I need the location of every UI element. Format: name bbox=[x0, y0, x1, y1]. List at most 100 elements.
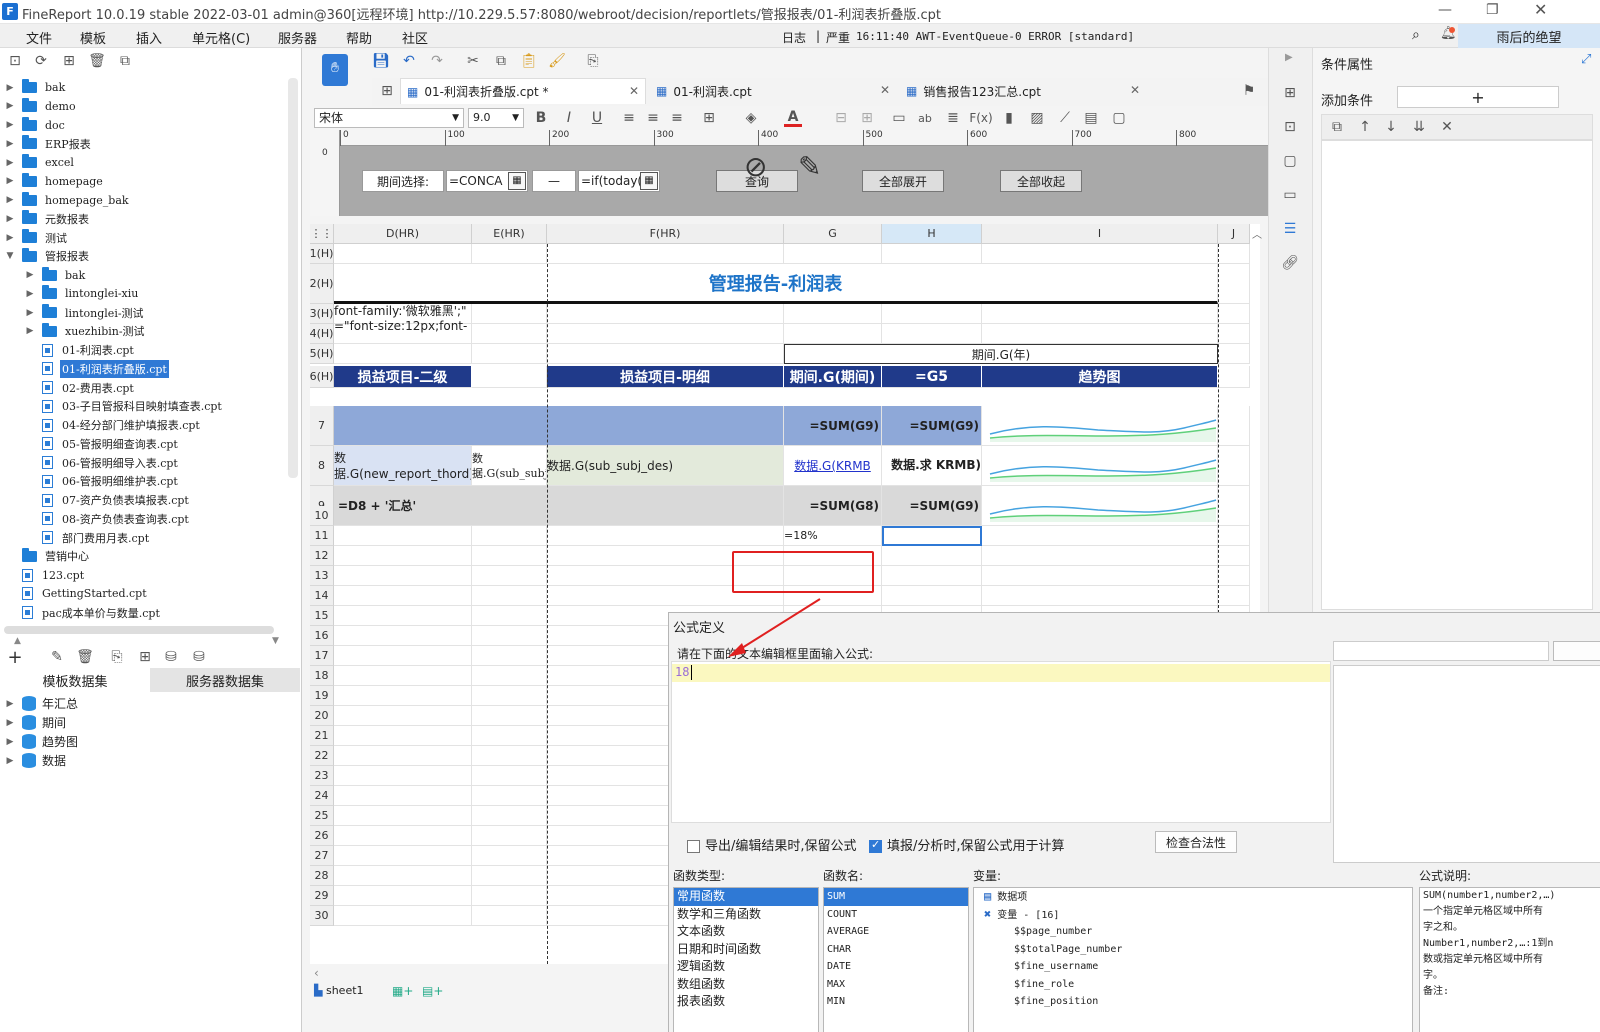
tree-item[interactable]: 05-管报明细查询表.cpt bbox=[24, 434, 284, 453]
sum-cell[interactable]: =SUM(G9) bbox=[784, 406, 882, 446]
function-type-item[interactable]: 常用函数 bbox=[674, 888, 818, 906]
cell[interactable] bbox=[472, 826, 547, 846]
checkbox[interactable] bbox=[687, 840, 700, 853]
function-name-item[interactable]: SUM bbox=[824, 888, 968, 906]
row-header[interactable]: 23 bbox=[310, 766, 334, 786]
header-g5-cell[interactable]: =G5 bbox=[882, 366, 982, 388]
tree-item[interactable]: ▶ bak bbox=[4, 78, 284, 97]
menu-help[interactable]: 帮助 bbox=[346, 28, 372, 47]
cell[interactable] bbox=[472, 726, 547, 746]
data-cell[interactable]: 数据.G(sub_subjects) bbox=[472, 446, 547, 486]
chevron-icon[interactable]: ▶ bbox=[4, 214, 16, 224]
cell[interactable] bbox=[547, 304, 784, 324]
cell[interactable] bbox=[472, 606, 547, 626]
cell-attr-icon[interactable]: ⊡ bbox=[1281, 118, 1299, 136]
chevron-icon[interactable]: ▶ bbox=[4, 699, 16, 709]
slash-icon[interactable]: ⟋ bbox=[1056, 109, 1074, 127]
menu-insert[interactable]: 插入 bbox=[136, 28, 162, 47]
collapse-right-icon[interactable]: ▶ bbox=[1285, 52, 1293, 63]
cell[interactable] bbox=[334, 886, 472, 906]
cell[interactable] bbox=[472, 366, 547, 388]
row-header[interactable]: 22 bbox=[310, 746, 334, 766]
dataset-item[interactable]: ▶ 数据 bbox=[4, 751, 294, 770]
copy-icon[interactable]: ⧉ bbox=[492, 52, 510, 70]
chevron-icon[interactable]: ▼ bbox=[4, 251, 16, 261]
cell[interactable] bbox=[1218, 344, 1250, 364]
subreport-icon[interactable]: ▤ bbox=[1082, 109, 1100, 127]
tree-item[interactable]: ▶ 测试 bbox=[4, 228, 284, 247]
function-name-list[interactable]: SUM COUNT AVERAGE CHAR DATE MAX MIN bbox=[823, 887, 969, 1032]
dataset-icon[interactable]: ⊞ bbox=[136, 648, 154, 666]
sum-cell[interactable]: =SUM(G9) bbox=[882, 406, 982, 446]
chevron-icon[interactable]: ▶ bbox=[4, 233, 16, 243]
remove-icon[interactable]: 🗑︎ bbox=[76, 648, 94, 666]
row-header[interactable]: 11 bbox=[310, 526, 334, 546]
tab-template-3[interactable]: ▦ 销售报告123汇总.cpt ✕ bbox=[900, 78, 1146, 104]
sort-icon[interactable]: ⇊ bbox=[1410, 118, 1428, 136]
variable-item[interactable]: ▤ 数据项 bbox=[974, 888, 1412, 906]
tree-item[interactable]: ▶ lintonglei-测试 bbox=[24, 303, 284, 322]
cell[interactable] bbox=[784, 324, 882, 344]
summary-cell[interactable]: =D8 + '汇总' bbox=[334, 486, 784, 526]
scroll-up-icon[interactable]: ︿ bbox=[1252, 226, 1262, 241]
cell[interactable] bbox=[334, 244, 472, 264]
cell[interactable] bbox=[472, 244, 547, 264]
keep-formula-fill-option[interactable]: 填报/分析时,保留公式用于计算 bbox=[869, 835, 1065, 854]
tree-item[interactable]: 06-管报明细维护表.cpt bbox=[24, 472, 284, 491]
sum-cell[interactable]: =SUM(G8) bbox=[784, 486, 882, 526]
redo-icon[interactable]: ↷ bbox=[428, 52, 446, 70]
function-name-item[interactable]: CHAR bbox=[824, 941, 968, 959]
add-sheet-icon[interactable]: ▦+ bbox=[392, 984, 413, 998]
chevron-icon[interactable]: ▶ bbox=[4, 195, 16, 205]
column-header[interactable]: D(HR) bbox=[334, 224, 472, 244]
font-size-select[interactable]: 9.0 ▼ bbox=[468, 108, 524, 128]
cell[interactable] bbox=[982, 586, 1218, 606]
chevron-icon[interactable]: ▶ bbox=[4, 737, 16, 747]
cell[interactable] bbox=[334, 726, 472, 746]
cell[interactable] bbox=[334, 546, 472, 566]
cell[interactable] bbox=[1218, 566, 1250, 586]
hyperlink-icon[interactable]: 🔗︎ bbox=[1281, 254, 1299, 272]
formula-icon[interactable]: F(x) bbox=[969, 109, 992, 127]
align-center-icon[interactable]: ≡ bbox=[644, 109, 662, 127]
italic-icon[interactable]: I bbox=[560, 109, 578, 127]
row-header[interactable]: 27 bbox=[310, 846, 334, 866]
tree-scrollbar[interactable] bbox=[288, 78, 298, 478]
cell[interactable] bbox=[882, 324, 982, 344]
cell[interactable] bbox=[472, 706, 547, 726]
cell[interactable] bbox=[1218, 446, 1250, 486]
calendar-icon[interactable]: ▦ bbox=[508, 172, 526, 190]
cell[interactable] bbox=[472, 906, 547, 926]
level2-summary-cell[interactable] bbox=[334, 406, 784, 446]
cell[interactable] bbox=[882, 586, 982, 606]
tree-item[interactable]: 02-费用表.cpt bbox=[24, 378, 284, 397]
cell[interactable] bbox=[1218, 366, 1250, 388]
search-button[interactable] bbox=[1553, 641, 1600, 661]
cell[interactable] bbox=[472, 324, 547, 344]
cell[interactable] bbox=[547, 244, 784, 264]
tree-item[interactable]: ▶ excel bbox=[4, 153, 284, 172]
column-header[interactable]: F(HR) bbox=[547, 224, 784, 244]
row-header[interactable]: 30 bbox=[310, 906, 334, 926]
tree-item[interactable]: ▶ 元数报表 bbox=[4, 209, 284, 228]
bold-icon[interactable]: B bbox=[532, 109, 550, 127]
scroll-left-icon[interactable]: ‹ bbox=[314, 966, 319, 980]
cell-element-icon[interactable]: ⊞ bbox=[1281, 84, 1299, 102]
row-header[interactable]: 4(H) bbox=[310, 324, 334, 344]
cell[interactable] bbox=[1218, 506, 1250, 526]
function-type-item[interactable]: 报表函数 bbox=[674, 993, 818, 1011]
tree-item[interactable]: 01-利润表.cpt bbox=[24, 341, 284, 360]
move-up-icon[interactable]: ↑ bbox=[1356, 118, 1374, 136]
cell[interactable] bbox=[1218, 546, 1250, 566]
cell[interactable] bbox=[472, 526, 547, 546]
font-color-icon[interactable]: A bbox=[784, 109, 802, 127]
database-config-icon[interactable]: ⛁ bbox=[190, 648, 208, 666]
chevron-icon[interactable]: ▶ bbox=[4, 756, 16, 766]
restore-icon[interactable]: ❐ bbox=[1486, 2, 1499, 18]
tab-template-2[interactable]: ▦ 01-利润表.cpt ✕ bbox=[650, 78, 896, 104]
period-year-cell[interactable]: 期间.G(年) bbox=[784, 344, 1218, 364]
add-dataset-icon[interactable]: + bbox=[6, 647, 24, 668]
row-header[interactable]: 18 bbox=[310, 666, 334, 686]
tab-template-1[interactable]: ▦ 01-利润表折叠版.cpt * ✕ bbox=[400, 78, 646, 104]
column-header[interactable]: H bbox=[882, 224, 982, 244]
